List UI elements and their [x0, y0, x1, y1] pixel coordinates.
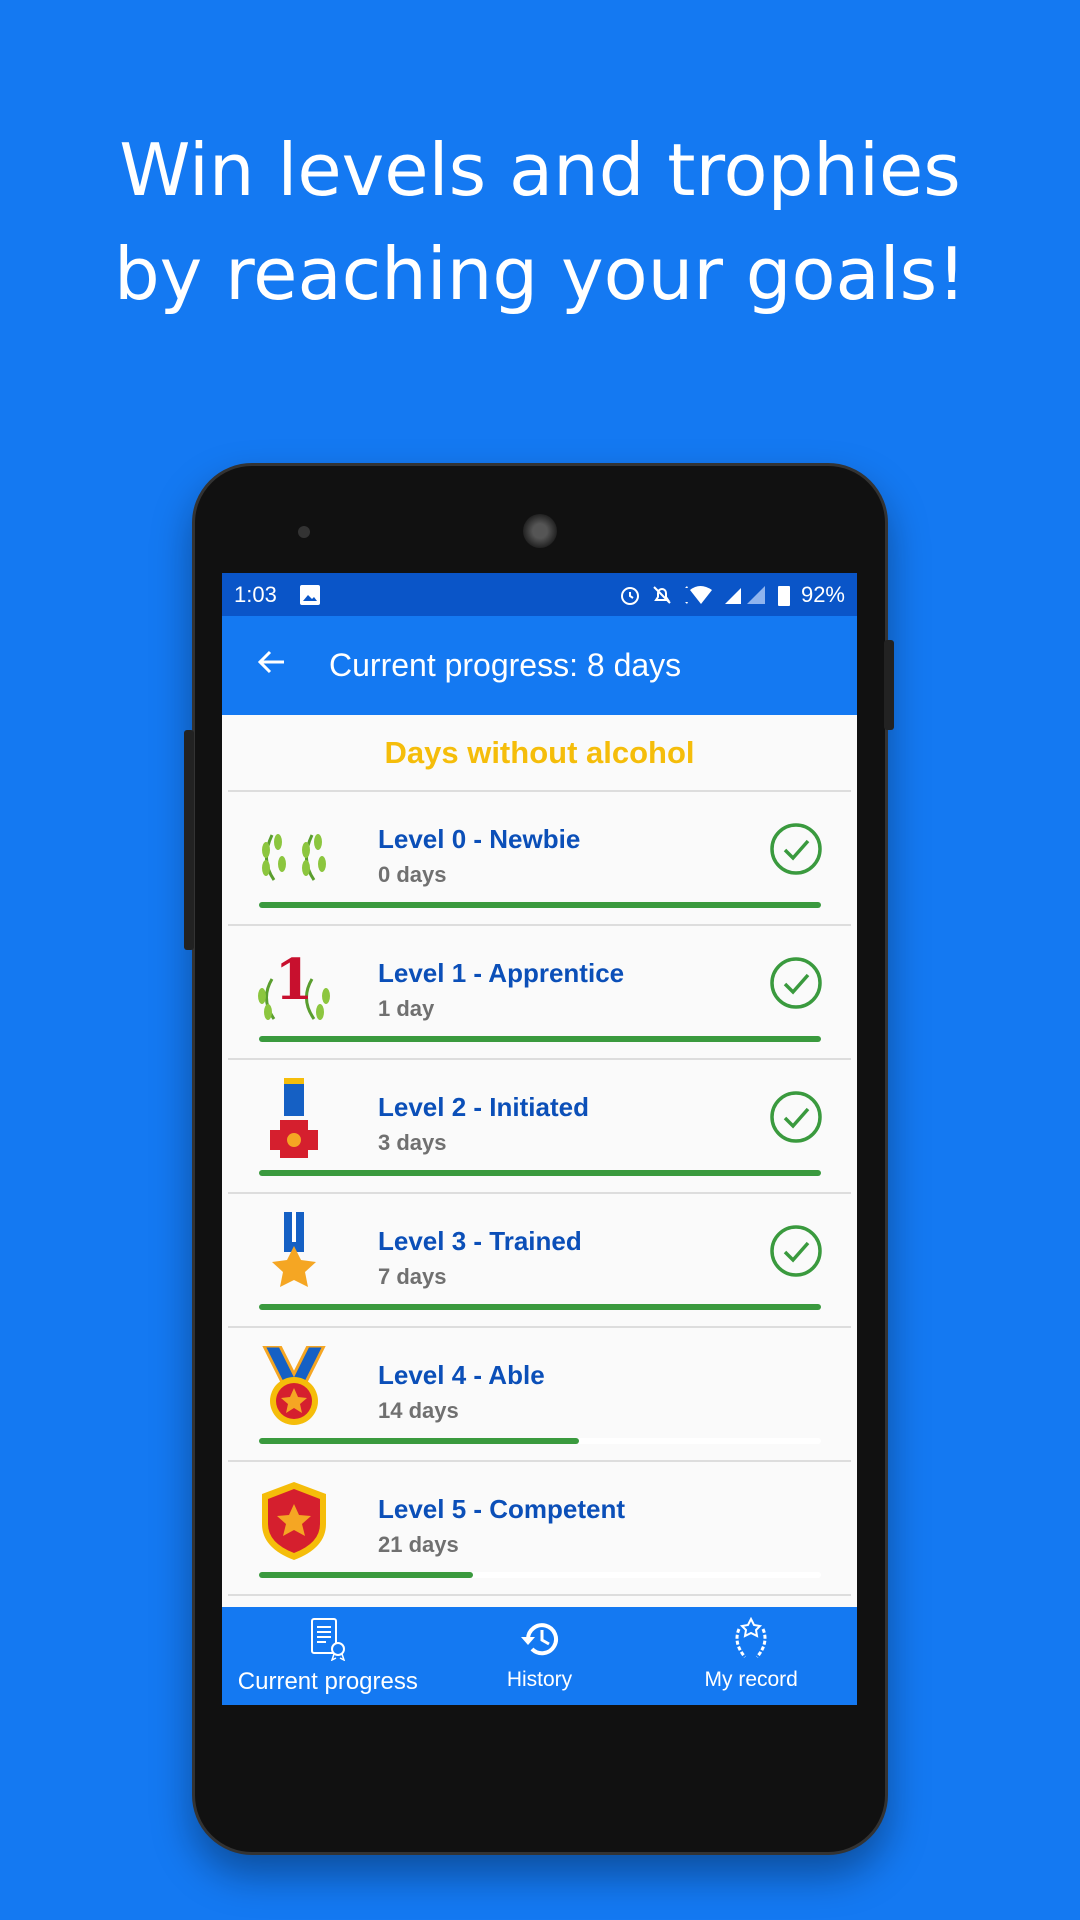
section-title: Days without alcohol [228, 715, 851, 792]
status-time: 1:03 [234, 581, 277, 607]
nav-label: My record [704, 1668, 798, 1691]
level-row[interactable]: Level 3 - Trained 7 days [228, 1194, 851, 1328]
level-progress-track [259, 1036, 821, 1042]
level-days: 21 days [378, 1532, 459, 1557]
check-circle-icon [770, 957, 822, 1009]
headline-line-2: by reaching your goals! [113, 232, 967, 316]
level-progress-fill [259, 1170, 821, 1176]
bottom-navigation: Current progress History My record [222, 1607, 857, 1705]
nav-my-record[interactable]: My record [645, 1607, 857, 1705]
level-progress-fill [259, 1036, 821, 1042]
level-progress-track [259, 1572, 821, 1578]
level-name: Level 1 - Apprentice [378, 958, 625, 988]
level-name: Level 3 - Trained [378, 1226, 582, 1256]
level-row[interactable]: Level 5 - Competent 21 days [228, 1462, 851, 1596]
level-days: 0 days [378, 862, 447, 887]
camera-icon [298, 526, 310, 538]
phone-button [884, 640, 894, 730]
app-screen: 1:03 92% Current progress: 8 days Days w… [222, 573, 857, 1705]
level-progress-fill [259, 1572, 473, 1578]
check-circle-icon [770, 823, 822, 875]
cross-medal-icon [270, 1078, 318, 1158]
svg-text:1: 1 [275, 947, 314, 1013]
level-row[interactable]: Level 0 - Newbie 0 days [228, 792, 851, 926]
level-name: Level 0 - Newbie [378, 824, 581, 854]
alarm-icon [620, 586, 639, 605]
round-medal-icon [262, 1346, 326, 1425]
level-progress-fill [259, 1438, 580, 1444]
nav-current-progress[interactable]: Current progress [222, 1607, 434, 1705]
level-progress-track [259, 1438, 821, 1444]
level-days: 14 days [378, 1398, 459, 1423]
nav-history[interactable]: History [434, 1607, 646, 1705]
level-days: 1 day [378, 996, 435, 1021]
level-name: Level 2 - Initiated [378, 1092, 589, 1122]
image-notification-icon [299, 584, 320, 605]
battery-level: 92% [800, 581, 845, 607]
speaker-icon [523, 514, 557, 548]
signal-icon [724, 585, 765, 604]
nav-label: Current progress [237, 1668, 418, 1695]
level-row[interactable]: Level 2 - Initiated 3 days [228, 1060, 851, 1194]
app-bar: Current progress: 8 days [222, 616, 857, 715]
level-days: 3 days [378, 1130, 447, 1155]
laurel-number-one-icon: 1 [258, 947, 330, 1020]
level-progress-track [259, 902, 821, 908]
page-title: Current progress: 8 days [329, 647, 682, 683]
level-name: Level 4 - Able [378, 1360, 545, 1390]
level-progress-track [259, 1304, 821, 1310]
headline: Win levels and trophies by reaching your… [0, 118, 1080, 326]
star-medal-icon [272, 1212, 316, 1287]
nav-label: History [506, 1668, 573, 1691]
level-progress-fill [259, 902, 821, 908]
back-button[interactable] [222, 645, 322, 687]
certificate-icon [310, 1618, 346, 1662]
check-circle-icon [770, 1225, 822, 1277]
level-row[interactable]: 1 Level 1 - Apprentice 1 day [228, 926, 851, 1060]
wifi-icon [684, 585, 712, 604]
battery-icon [777, 585, 790, 606]
notifications-off-icon [653, 585, 671, 604]
arrow-back-icon [257, 650, 284, 673]
level-progress-track [259, 1170, 821, 1176]
level-row[interactable]: Level 4 - Able 14 days [228, 1328, 851, 1462]
check-circle-icon [770, 1091, 822, 1143]
status-bar: 1:03 92% [222, 573, 857, 616]
history-icon [520, 1623, 558, 1656]
shield-star-icon [262, 1482, 326, 1560]
headline-line-1: Win levels and trophies [119, 128, 961, 212]
laurel-icon [262, 834, 326, 881]
level-days: 7 days [378, 1264, 447, 1289]
phone-button [184, 730, 194, 950]
laurel-star-icon [735, 1616, 767, 1658]
level-name: Level 5 - Competent [378, 1494, 626, 1524]
level-progress-fill [259, 1304, 821, 1310]
